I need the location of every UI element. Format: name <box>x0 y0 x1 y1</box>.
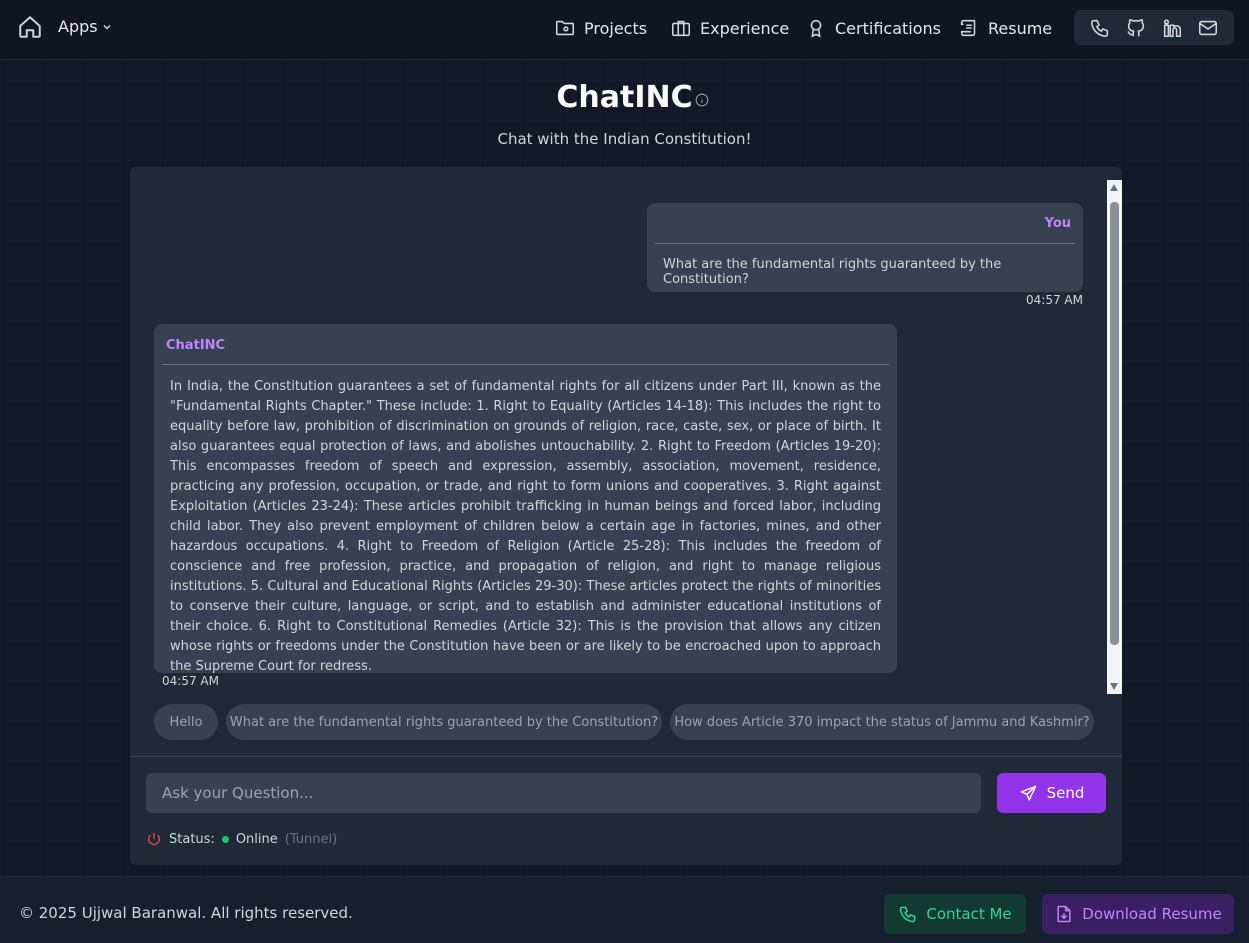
suggestion-chip[interactable]: Hello <box>154 704 218 740</box>
message-timestamp: 04:57 AM <box>162 674 219 688</box>
phone-icon[interactable] <box>1089 17 1111 39</box>
scroll-icon <box>960 19 976 37</box>
footer: © 2025 Ujjwal Baranwal. All rights reser… <box>0 876 1249 943</box>
nav-resume[interactable]: Resume <box>958 15 1052 41</box>
briefcase-icon <box>671 20 691 37</box>
input-divider <box>130 756 1122 757</box>
send-button[interactable]: Send <box>997 773 1106 813</box>
message-sender: You <box>1044 216 1071 231</box>
mail-icon[interactable] <box>1197 17 1219 39</box>
send-icon <box>1020 785 1036 801</box>
message-divider <box>655 243 1075 244</box>
power-icon[interactable] <box>146 831 162 847</box>
send-label: Send <box>1046 784 1085 802</box>
apps-menu[interactable]: Apps <box>58 17 113 36</box>
scroll-up-arrow-icon[interactable] <box>1110 184 1118 191</box>
nav-certifications[interactable]: Certifications <box>805 15 941 41</box>
message-sender: ChatINC <box>166 338 226 353</box>
scroll-thumb[interactable] <box>1110 202 1119 645</box>
suggestion-chip[interactable]: What are the fundamental rights guarante… <box>226 704 662 740</box>
info-icon[interactable] <box>695 80 709 107</box>
nav-resume-label: Resume <box>988 18 1053 38</box>
user-message: You What are the fundamental rights guar… <box>647 203 1083 292</box>
chat-panel: You What are the fundamental rights guar… <box>130 167 1122 865</box>
download-resume-label: Download Resume <box>1082 905 1222 923</box>
status-value: Online <box>235 831 278 847</box>
contact-me-button[interactable]: Contact Me <box>884 894 1026 934</box>
status-mode: (Tunnel) <box>284 831 338 847</box>
nav-experience[interactable]: Experience <box>670 15 789 41</box>
message-text: In India, the Constitution guarantees a … <box>170 379 881 674</box>
status-label: Status: <box>169 831 215 847</box>
question-input[interactable] <box>146 773 981 813</box>
contact-me-label: Contact Me <box>926 905 1012 923</box>
nav-certifications-label: Certifications <box>835 18 941 38</box>
home-icon[interactable] <box>17 14 43 40</box>
phone-icon <box>900 906 916 923</box>
apps-label: Apps <box>58 17 98 36</box>
suggestion-chip[interactable]: How does Article 370 impact the status o… <box>670 704 1094 740</box>
github-icon[interactable] <box>1125 17 1147 39</box>
status-dot <box>221 835 229 843</box>
top-navbar: Apps Projects Experience Certifications … <box>0 0 1249 60</box>
social-links <box>1074 10 1234 45</box>
message-divider <box>162 364 889 365</box>
folder-icon <box>555 20 575 36</box>
page-title: ChatINC <box>556 80 708 115</box>
chat-scrollbar[interactable] <box>1107 180 1122 694</box>
message-text: What are the fundamental rights guarante… <box>663 257 1002 287</box>
nav-projects-label: Projects <box>584 18 648 38</box>
page-title-text: ChatINC <box>556 80 693 115</box>
bot-message: ChatINC In India, the Constitution guara… <box>154 324 897 674</box>
page-subtitle: Chat with the Indian Constitution! <box>497 130 752 148</box>
download-resume-button[interactable]: Download Resume <box>1042 894 1234 934</box>
linkedin-icon[interactable] <box>1161 17 1183 39</box>
nav-experience-label: Experience <box>700 18 790 38</box>
scroll-down-arrow-icon[interactable] <box>1110 683 1118 690</box>
status-bar: Status: Online (Tunnel) <box>146 830 337 848</box>
copyright-text: © 2025 Ujjwal Baranwal. All rights reser… <box>19 904 353 922</box>
nav-projects[interactable]: Projects <box>554 15 647 41</box>
message-timestamp: 04:57 AM <box>1026 293 1083 307</box>
page-heading: ChatINC <box>0 80 1249 115</box>
file-download-icon <box>1057 905 1071 923</box>
award-icon <box>810 19 822 38</box>
chevron-down-icon <box>103 24 111 29</box>
